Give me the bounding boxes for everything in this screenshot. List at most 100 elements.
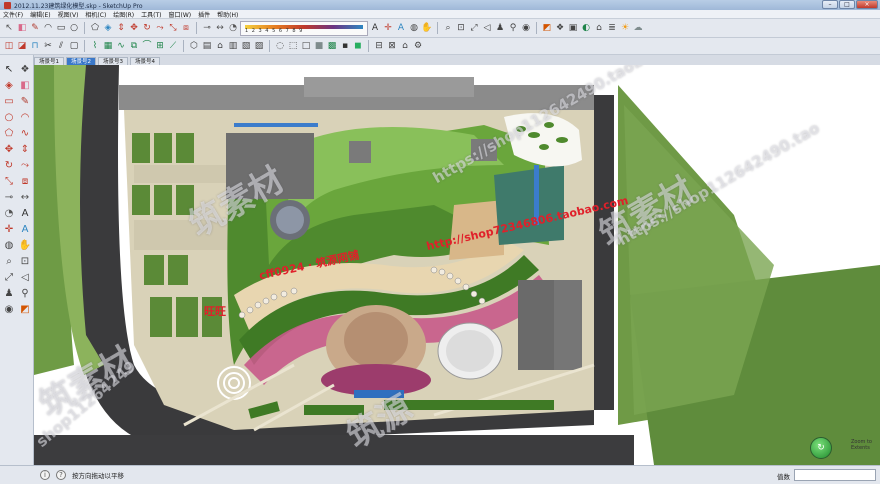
look-around-icon[interactable]: ◉ [520, 22, 532, 34]
menu-item[interactable]: 插件 [198, 10, 210, 19]
walk-icon[interactable]: ⚲ [18, 287, 32, 301]
help-icon[interactable]: ? [56, 470, 66, 480]
settings-icon[interactable]: ⚙ [412, 40, 424, 52]
group-icon[interactable]: ▣ [567, 22, 579, 34]
component-make-icon[interactable]: ❖ [18, 63, 32, 77]
component-icon[interactable]: ❖ [554, 22, 566, 34]
circle-icon[interactable]: ○ [68, 22, 80, 34]
scene-tab[interactable]: 场景号3 [98, 57, 128, 65]
zoom-icon[interactable]: ⌕ [442, 22, 454, 34]
outer-shell-icon[interactable]: ▢ [68, 40, 80, 52]
add-detail-icon[interactable]: ⊞ [154, 40, 166, 52]
menu-item[interactable]: 编辑(E) [30, 10, 50, 19]
section-icon[interactable]: ◩ [18, 303, 32, 317]
sandbox-scratch-icon[interactable]: ▦ [102, 40, 114, 52]
sandbox-contours-icon[interactable]: ⌇ [89, 40, 101, 52]
measurements-input[interactable] [794, 469, 876, 481]
previous-view-icon[interactable]: ◁ [481, 22, 493, 34]
scene-tab[interactable]: 场景号1 [34, 57, 64, 65]
house-icon[interactable]: ⌂ [399, 40, 411, 52]
top-view-icon[interactable]: ▤ [201, 40, 213, 52]
xray-icon[interactable]: ◌ [274, 40, 286, 52]
front-view-icon[interactable]: ⌂ [214, 40, 226, 52]
push-pull-icon[interactable]: ⇕ [115, 22, 127, 34]
shadow-icon[interactable]: ☀ [619, 22, 631, 34]
text-icon[interactable]: A [18, 207, 32, 221]
menu-item[interactable]: 窗口(W) [169, 10, 192, 19]
eraser-icon[interactable]: ◧ [16, 22, 28, 34]
warehouse-icon[interactable]: ⌂ [593, 22, 605, 34]
iso-view-icon[interactable]: ⬡ [188, 40, 200, 52]
offset-icon[interactable]: ⧈ [18, 175, 32, 189]
select-arrow-icon[interactable]: ↖ [3, 22, 15, 34]
3d-text-icon[interactable]: A [18, 223, 32, 237]
move-icon[interactable]: ✥ [2, 143, 16, 157]
wireframe-icon[interactable]: ⬚ [287, 40, 299, 52]
scene-tab[interactable]: 场景号4 [130, 57, 160, 65]
close-button[interactable]: × [856, 0, 878, 9]
text-icon[interactable]: A [369, 22, 381, 34]
rotate-icon[interactable]: ↻ [2, 159, 16, 173]
axes-icon[interactable]: ✛ [382, 22, 394, 34]
menu-item[interactable]: 工具(T) [141, 10, 161, 19]
protractor-icon[interactable]: ◔ [227, 22, 239, 34]
left-view-icon[interactable]: ▨ [253, 40, 265, 52]
position-camera-icon[interactable]: ♟ [494, 22, 506, 34]
back-view-icon[interactable]: ▧ [240, 40, 252, 52]
select-icon[interactable]: ↖ [2, 63, 16, 77]
arc-icon[interactable]: ◠ [42, 22, 54, 34]
position-camera-icon[interactable]: ♟ [2, 287, 16, 301]
pan-icon[interactable]: ✋ [421, 22, 433, 34]
solid-union-icon[interactable]: ◫ [3, 40, 15, 52]
zoom-extents-icon[interactable]: ⤢ [2, 271, 16, 285]
follow-me-icon[interactable]: ⤳ [18, 159, 32, 173]
arc-icon[interactable]: ◠ [18, 111, 32, 125]
circle-icon[interactable]: ○ [2, 111, 16, 125]
menu-item[interactable]: 文件(F) [3, 10, 23, 19]
scene-tab[interactable]: 场景号2 [66, 57, 96, 65]
dimension-icon[interactable]: ↔ [214, 22, 226, 34]
dimension-icon[interactable]: ↔ [18, 191, 32, 205]
orbit-icon[interactable]: ◍ [2, 239, 16, 253]
rectangle-icon[interactable]: ▭ [55, 22, 67, 34]
zoom-icon[interactable]: ⌕ [2, 255, 16, 269]
smoove-icon[interactable]: ∿ [115, 40, 127, 52]
tape-measure-icon[interactable]: ⊸ [2, 191, 16, 205]
maximize-button[interactable]: □ [839, 0, 855, 9]
push-pull-icon[interactable]: ⇕ [18, 143, 32, 157]
eraser-icon[interactable]: ◧ [18, 79, 32, 93]
navigation-globe-icon[interactable]: ↻ [810, 437, 832, 459]
menu-item[interactable]: 帮助(H) [217, 10, 238, 19]
fog-icon[interactable]: ☁ [632, 22, 644, 34]
intersect-icon[interactable]: ⊓ [29, 40, 41, 52]
trim-icon[interactable]: ✂ [42, 40, 54, 52]
orbit-icon[interactable]: ◍ [408, 22, 420, 34]
scale-icon[interactable]: ⤡ [167, 22, 179, 34]
line-icon[interactable]: ✎ [18, 95, 32, 109]
menu-item[interactable]: 绘图(R) [113, 10, 134, 19]
shaded-icon[interactable]: ■ [313, 40, 325, 52]
monochrome-icon[interactable]: ▪ [339, 40, 351, 52]
menu-item[interactable]: 相机(C) [85, 10, 106, 19]
menu-item[interactable]: 视图(V) [58, 10, 79, 19]
camera-perspective-icon[interactable]: ⊠ [386, 40, 398, 52]
split-icon[interactable]: ⫽ [55, 40, 67, 52]
hidden-line-icon[interactable]: □ [300, 40, 312, 52]
tape-measure-icon[interactable]: ⊸ [201, 22, 213, 34]
move-icon[interactable]: ✥ [128, 22, 140, 34]
rectangle-icon[interactable]: ▭ [2, 95, 16, 109]
section-scale-strip[interactable]: 1 2 3 4 5 6 7 8 9 [240, 20, 368, 36]
zoom-extents-icon[interactable]: ⤢ [468, 22, 480, 34]
look-around-icon[interactable]: ◉ [2, 303, 16, 317]
section-plane-icon[interactable]: ◩ [541, 22, 553, 34]
info-icon[interactable]: i [40, 470, 50, 480]
follow-me-icon[interactable]: ⤳ [154, 22, 166, 34]
previous-icon[interactable]: ◁ [18, 271, 32, 285]
offset-icon[interactable]: ⧈ [180, 22, 192, 34]
minimize-button[interactable]: – [822, 0, 838, 9]
right-view-icon[interactable]: ▥ [227, 40, 239, 52]
stamp-icon[interactable]: ⧉ [128, 40, 140, 52]
zoom-window-icon[interactable]: ⊡ [455, 22, 467, 34]
pencil-line-icon[interactable]: ✎ [29, 22, 41, 34]
zoom-window-icon[interactable]: ⊡ [18, 255, 32, 269]
